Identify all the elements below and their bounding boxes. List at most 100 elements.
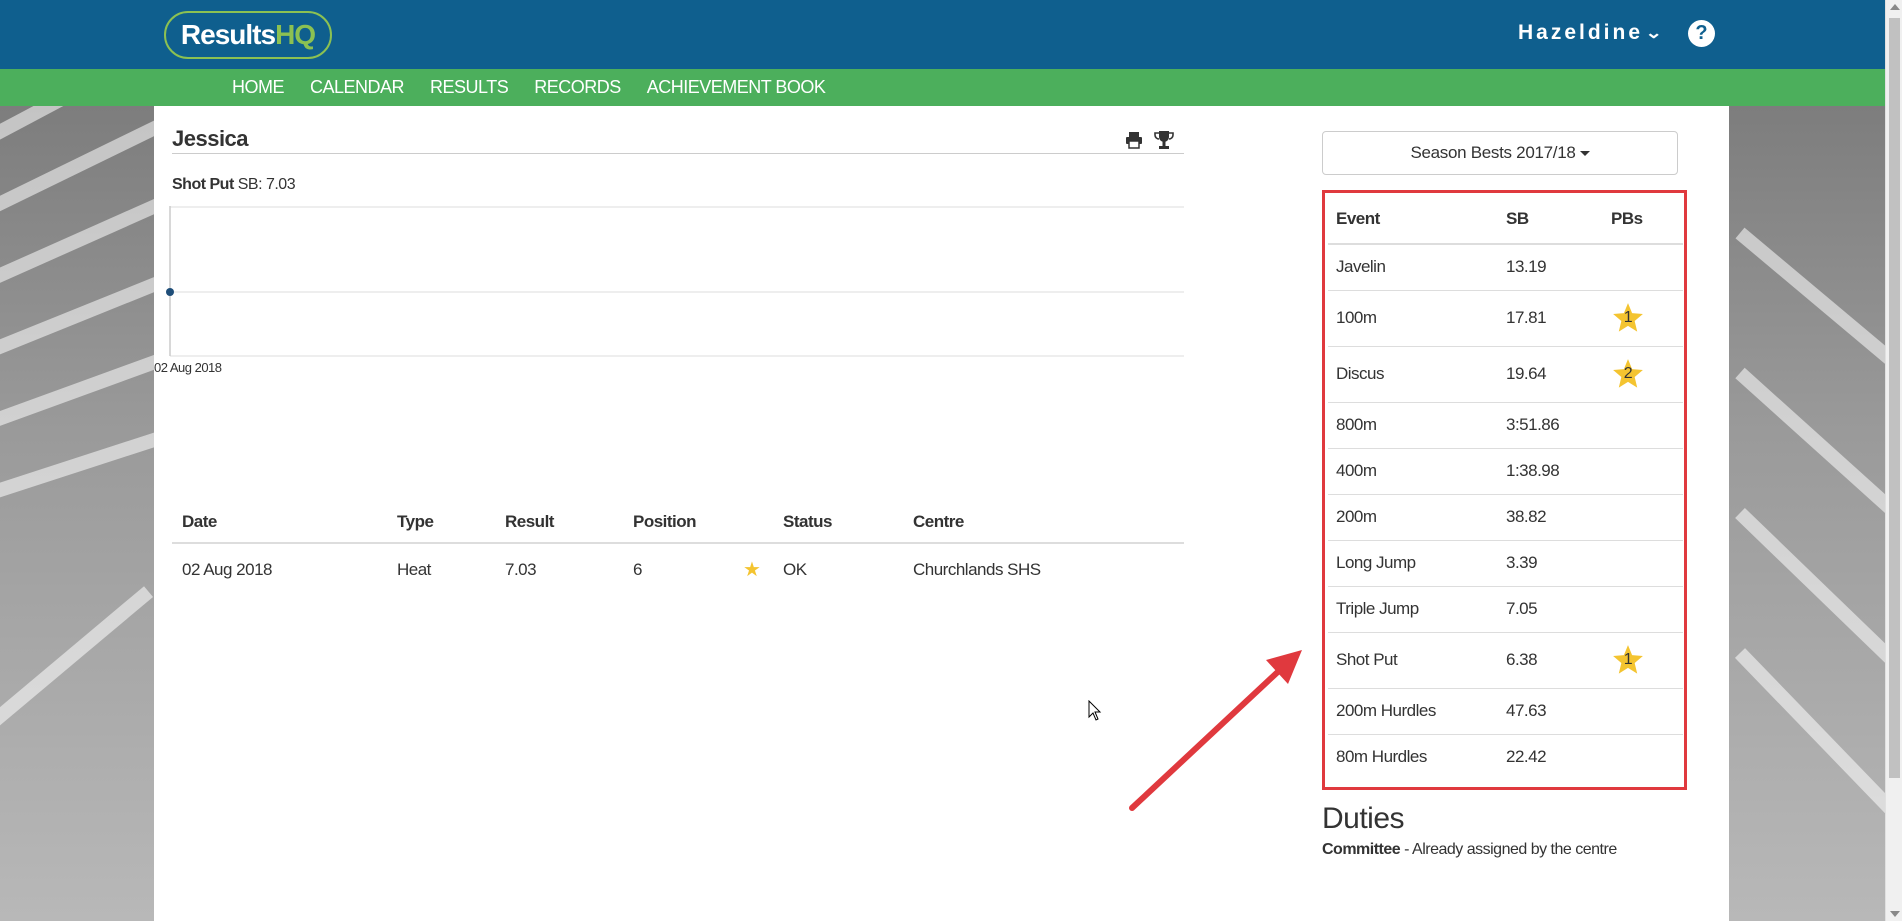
cell-status: OK [783, 559, 807, 579]
cell-centre: Churchlands SHS [913, 559, 1041, 579]
col-header-type: Type [387, 491, 495, 544]
chart-sb-value: SB: 7.03 [237, 176, 296, 193]
season-bests-table: Event SB PBs Javelin 13.19 100m 17.81 1 Discu… [1328, 194, 1683, 780]
duties-line: Committee - Already assigned by the cent… [1322, 841, 1617, 859]
nav-item-achievement-book[interactable]: ACHIEVEMENT BOOK [647, 77, 826, 98]
sb-cell-sb: 7.05 [1498, 585, 1603, 632]
sb-cell-sb: 19.64 [1498, 345, 1603, 402]
mouse-cursor-icon [1088, 700, 1102, 721]
sb-row: 400m 1:38.98 [1328, 447, 1683, 494]
sb-row: Triple Jump 7.05 [1328, 585, 1683, 632]
col-header-position: Position [623, 491, 733, 544]
scroll-up-arrow-icon[interactable] [1890, 4, 1900, 10]
user-menu[interactable]: Hazeldine ⌄ [1518, 18, 1663, 48]
top-bar: Results HQ Hazeldine ⌄ ? [0, 0, 1902, 69]
help-button[interactable]: ? [1688, 20, 1715, 47]
sb-cell-pb [1603, 401, 1683, 448]
sb-cell-pb: 1 [1603, 631, 1683, 688]
sb-row: 200m Hurdles 47.63 [1328, 687, 1683, 734]
duties-title: Duties [1322, 802, 1405, 835]
sb-cell-sb: 1:38.98 [1498, 447, 1603, 494]
chart-event-name: Shot Put [172, 176, 234, 193]
content-panel: Jessica Shot Put SB: 7.03 02 Aug 2018 Da… [154, 106, 1729, 921]
cell-result: 7.03 [505, 559, 537, 579]
sb-row: Javelin 13.19 [1328, 243, 1683, 290]
sb-cell-sb: 17.81 [1498, 289, 1603, 346]
user-name: Hazeldine [1518, 21, 1644, 44]
table-row: 02 Aug 2018 Heat 7.03 6 ★ OK Churchlands… [172, 543, 1184, 595]
pb-count: 1 [1623, 651, 1633, 668]
duties-detail: - Already assigned by the centre [1400, 841, 1617, 858]
sb-cell-event: Long Jump [1328, 539, 1498, 586]
sb-row: 80m Hurdles 22.42 [1328, 733, 1683, 780]
athlete-name: Jessica [172, 126, 249, 151]
sb-cell-event: 800m [1328, 401, 1498, 448]
caret-down-icon [1579, 150, 1590, 156]
page-scrollbar[interactable] [1885, 0, 1902, 921]
sb-cell-pb [1603, 733, 1683, 780]
sb-cell-sb: 3.39 [1498, 539, 1603, 586]
col-header-centre: Centre [903, 491, 1184, 544]
chart-caption: Shot Put SB: 7.03 [172, 176, 296, 194]
col-header-date: Date [172, 491, 387, 544]
sb-cell-pb: 1 [1603, 289, 1683, 346]
results-table: Date Type Result Position Status Centre … [172, 491, 1184, 595]
sb-cell-pb [1603, 493, 1683, 540]
sb-cell-event: 100m [1328, 289, 1498, 346]
nav-item-home[interactable]: HOME [232, 77, 285, 98]
sb-cell-pb [1603, 243, 1683, 290]
season-bests-label: Season Bests 2017/18 [1410, 143, 1576, 162]
sb-cell-pb [1603, 539, 1683, 586]
cell-date: 02 Aug 2018 [182, 559, 272, 579]
sb-col-pbs: PBs [1603, 194, 1683, 245]
col-header-star [733, 491, 773, 544]
sb-row: Long Jump 3.39 [1328, 539, 1683, 586]
nav-item-results[interactable]: RESULTS [430, 77, 509, 98]
pb-star-icon: 1 [1611, 301, 1645, 335]
scroll-thumb[interactable] [1889, 18, 1900, 778]
pb-star-icon: 2 [1611, 357, 1645, 391]
col-header-status: Status [773, 491, 903, 544]
sb-header-row: Event SB PBs [1328, 194, 1683, 245]
resultshq-logo[interactable]: Results HQ [164, 11, 332, 59]
sb-cell-event: 200m Hurdles [1328, 687, 1498, 734]
sb-cell-sb: 13.19 [1498, 243, 1603, 290]
chevron-down-icon: ⌄ [1645, 25, 1663, 42]
chart-x-tick-label: 02 Aug 2018 [154, 360, 222, 375]
nav-item-calendar[interactable]: CALENDAR [310, 77, 405, 98]
pb-count: 2 [1623, 365, 1633, 382]
cell-type: Heat [397, 559, 431, 579]
sb-col-sb: SB [1498, 194, 1603, 245]
trophy-icon[interactable] [1153, 129, 1175, 151]
sb-cell-pb: 2 [1603, 345, 1683, 402]
sb-cell-event: Javelin [1328, 243, 1498, 290]
sb-cell-event: 400m [1328, 447, 1498, 494]
season-bests-dropdown[interactable]: Season Bests 2017/18 [1322, 131, 1678, 175]
sb-cell-pb [1603, 447, 1683, 494]
star-icon: ★ [743, 559, 761, 581]
nav-item-records[interactable]: RECORDS [534, 77, 621, 98]
sb-cell-event: 80m Hurdles [1328, 733, 1498, 780]
sb-cell-sb: 3:51.86 [1498, 401, 1603, 448]
sb-row: Discus 19.64 2 [1328, 345, 1683, 402]
sb-cell-sb: 6.38 [1498, 631, 1603, 688]
sb-row: Shot Put 6.38 1 [1328, 631, 1683, 688]
sb-col-event: Event [1328, 194, 1498, 245]
scroll-down-arrow-icon[interactable] [1890, 911, 1900, 917]
sb-cell-event: Shot Put [1328, 631, 1498, 688]
sb-cell-sb: 47.63 [1498, 687, 1603, 734]
performance-chart: 02 Aug 2018 [154, 206, 1184, 375]
sb-cell-event: 200m [1328, 493, 1498, 540]
duties-role: Committee [1322, 841, 1401, 858]
sb-cell-pb [1603, 687, 1683, 734]
sb-cell-sb: 22.42 [1498, 733, 1603, 780]
print-icon[interactable] [1124, 130, 1144, 150]
main-nav: HOME CALENDAR RESULTS RECORDS ACHIEVEMEN… [0, 69, 1902, 106]
results-header-row: Date Type Result Position Status Centre [172, 491, 1184, 544]
cell-position: 6 [633, 559, 642, 579]
chart-data-point[interactable] [166, 288, 174, 296]
sb-cell-pb [1603, 585, 1683, 632]
pb-count: 1 [1623, 309, 1633, 326]
sb-row: 200m 38.82 [1328, 493, 1683, 540]
col-header-result: Result [495, 491, 623, 544]
